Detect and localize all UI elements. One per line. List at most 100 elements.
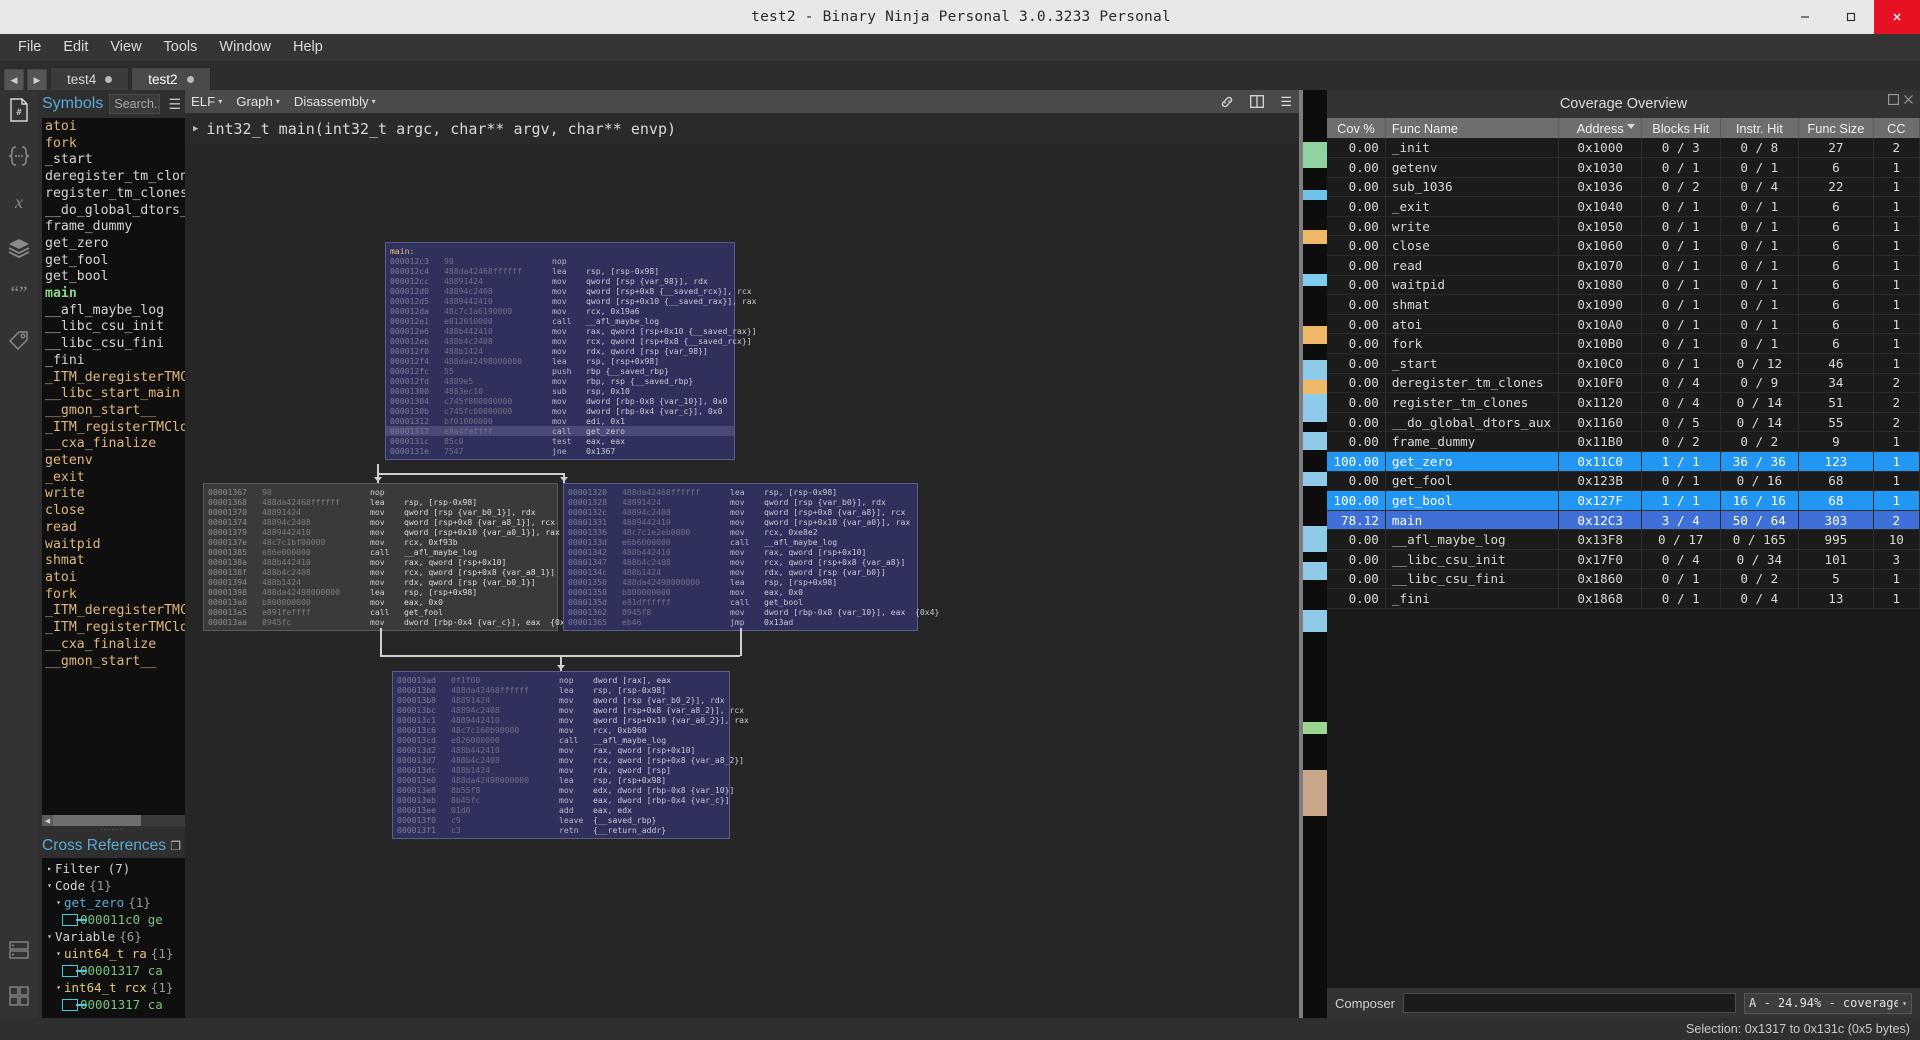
symbol-list-item[interactable]: __libc_csu_fini — [42, 336, 185, 353]
coverage-column-header[interactable]: Address — [1558, 118, 1642, 138]
symbol-list-item[interactable]: __do_global_dtors_aux — [42, 203, 185, 220]
disassembly-line[interactable]: 000012fd 4889e5 mov rbp, rsp {__saved_rbp} — [386, 376, 734, 386]
disassembly-line[interactable]: 000013ee 01d0 add eax, edx — [393, 805, 729, 815]
symbol-list-item[interactable]: get_bool — [42, 269, 185, 286]
symbol-list-item[interactable]: _exit — [42, 470, 185, 487]
disassembly-line[interactable]: 00001365 eb46 jmp 0x13ad — [564, 617, 917, 627]
coverage-column-header[interactable]: CC — [1873, 118, 1920, 138]
disassembly-line[interactable]: 000013f1 c3 retn {__return_addr} — [393, 825, 729, 835]
coverage-table-row[interactable]: 0.00 sub_1036 0x1036 0 / 20 / 4 22 1 — [1327, 177, 1920, 198]
coverage-table-row[interactable]: 0.00 get_fool 0x123B 0 / 10 / 16 68 1 — [1327, 471, 1920, 492]
disassembly-line[interactable]: 000012c4 488da42468ffffff lea rsp, [rsp-0x9… — [386, 266, 734, 276]
disassembly-line[interactable]: 00001362 8945f8 mov dword [rbp-0x8 {var_10}… — [564, 607, 939, 617]
composer-input[interactable] — [1402, 993, 1736, 1013]
basic-block[interactable]: 000013ad 0f1f00 nop dword [rax], eax 000013b… — [392, 671, 749, 839]
coverage-table-row[interactable]: 0.00 fork 0x10B0 0 / 10 / 161 — [1327, 333, 1920, 355]
xref-tree-row[interactable]: ▾ Code {1} — [42, 877, 185, 894]
disassembly-line[interactable]: 00001374 48894c2408 mov qword [rsp+0x8 {var… — [204, 517, 557, 527]
disassembly-line[interactable]: 0000131c 85c0 test eax, eax — [386, 436, 734, 446]
symbol-list-item[interactable]: getenv — [42, 453, 185, 470]
basic-block[interactable]: 00001320 488da42468ffffff lea rsp, [rsp-0x9… — [563, 483, 939, 631]
disassembly-line[interactable]: 00001336 48c7c1e2eb0000 mov rcx, 0xe8e2 — [564, 527, 917, 537]
panel-splitter-grip[interactable]: ······ — [38, 825, 185, 835]
layers-icon[interactable] — [5, 234, 33, 262]
symbol-list-item[interactable]: _ITM_deregisterTMCloneTable — [42, 603, 185, 620]
options-menu-icon[interactable]: ☰ — [1279, 94, 1293, 110]
disassembly-line[interactable]: 00001358 b800000000 mov eax, 0x0 — [564, 587, 917, 597]
minimize-button[interactable] — [1782, 0, 1828, 34]
xref-tree-row[interactable]: ▾ get_zero {1} — [42, 894, 185, 911]
types-icon[interactable] — [5, 142, 33, 170]
symbol-list-item[interactable]: __gmon_start__ — [42, 403, 185, 420]
disassembly-line[interactable]: 00001317 e8a4feffff call get_zero — [386, 426, 734, 436]
disassembly-line[interactable]: 00001379 4889442410 mov qword [rsp+0x10 {va… — [204, 527, 560, 537]
coverage-table-row[interactable]: 78.12 main 0x12C3 3 / 4 50 / 64 303 2 — [1327, 510, 1920, 531]
graph-mode-dropdown[interactable]: Graph ▾ — [236, 94, 280, 109]
tree-toggle-icon[interactable]: ▾ — [53, 979, 64, 996]
symbol-list-item[interactable]: atoi — [42, 119, 185, 136]
close-button[interactable] — [1874, 0, 1920, 34]
basic-block[interactable]: main: 000012c3 90 nop 000012c4 488da42468ffff… — [385, 242, 757, 460]
disassembly-line[interactable]: 0000138a 488b442410 mov rax, qword [rsp+0x1… — [204, 557, 557, 567]
disassembly-line[interactable]: 0000135d e81dffffff call get_bool — [564, 597, 917, 607]
disassembly-line[interactable]: 000012e6 488b442410 mov rax, qword [rsp+0x1… — [386, 326, 757, 336]
coverage-table-row[interactable]: 0.00 frame_dummy 0x11B0 0 / 20 / 291 — [1327, 431, 1920, 452]
disassembly-line[interactable]: 0000132c 48894c2408 mov qword [rsp+0x8 {var… — [564, 507, 917, 517]
coverage-column-header[interactable]: Func Name — [1385, 118, 1560, 138]
coverage-table-row[interactable]: 0.00 __libc_csu_init 0x17F0 0 / 40 / 34 101 3 — [1327, 549, 1920, 570]
control-flow-graph[interactable]: main: 000012c3 90 nop 000012c4 488da42468ffff… — [185, 144, 1299, 1018]
xref-tree-row[interactable]: 000011c0 ge — [42, 911, 185, 928]
menu-window[interactable]: Window — [209, 36, 281, 59]
coverage-table-row[interactable]: 0.00 _init 0x1000 0 / 30 / 8 27 2 — [1327, 138, 1920, 159]
scroll-left-arrow[interactable]: ◀ — [42, 815, 53, 826]
disassembly-line[interactable]: 000013ad 0f1f00 nop dword [rax], eax — [393, 675, 729, 685]
coverage-table-row[interactable]: 0.00 register_tm_clones 0x1120 0 / 40 / 14 5… — [1327, 392, 1920, 413]
symbols-list[interactable]: atoifork_startderegister_tm_clonesregist… — [42, 118, 185, 815]
disassembly-line[interactable]: 00001385 e86e000000 call __afl_maybe_log — [204, 547, 557, 557]
symbol-list-item[interactable]: _fini — [42, 353, 185, 370]
disassembly-line[interactable]: 000012f4 488da42498000000 lea rsp, [rsp+0x9… — [386, 356, 734, 366]
symbol-list-item[interactable]: shmat — [42, 553, 185, 570]
symbol-list-item[interactable]: _start — [42, 152, 185, 169]
coverage-table-row[interactable]: 100.00 get_bool 0x127F 1 / 1 16 / 16 68 1 — [1327, 490, 1920, 511]
disassembly-line[interactable]: 000013b8 48891424 mov qword [rsp {var_b0_2}… — [393, 695, 729, 705]
coverage-table-row[interactable]: 0.00 write 0x1050 0 / 10 / 161 — [1327, 216, 1920, 237]
disassembly-line[interactable]: 000013a0 b800000000 mov eax, 0x0 — [204, 597, 557, 607]
disassembly-line[interactable]: 000013b0 488da42468ffffff lea rsp, [rsp-0x9… — [393, 685, 729, 695]
coverage-table-row[interactable]: 0.00 __do_global_dtors_aux 0x1160 0 / 50 / … — [1327, 412, 1920, 433]
tree-toggle-icon[interactable]: ▸ — [44, 860, 55, 877]
coverage-table-row[interactable]: 0.00 _fini 0x1868 0 / 10 / 4 13 1 — [1327, 588, 1920, 609]
coverage-table-row[interactable]: 0.00 _start 0x10C0 0 / 10 / 12 46 1 — [1327, 353, 1920, 374]
xref-address[interactable]: 00001317 ca — [80, 962, 163, 979]
memory-map-icon[interactable] — [5, 936, 33, 964]
symbol-list-item[interactable]: _ITM_registerTMCloneTable — [42, 420, 185, 437]
coverage-column-header[interactable]: Blocks Hit — [1641, 118, 1721, 138]
xref-address[interactable]: 00001317 ca — [80, 996, 163, 1013]
disassembly-line[interactable]: 00001300 4883ec10 sub rsp, 0x10 — [386, 386, 734, 396]
disassembly-line[interactable]: 000013e8 8b55f8 mov edx, dword [rbp-0x8 {va… — [393, 785, 734, 795]
disassembly-line[interactable]: 000012f0 488b1424 mov rdx, qword [rsp {var_… — [386, 346, 734, 356]
symbol-list-item[interactable]: get_zero — [42, 236, 185, 253]
symbol-list-item[interactable]: __cxa_finalize — [42, 436, 185, 453]
disassembly-line[interactable]: 00001312 bf01000000 mov edi, 0x1 — [386, 416, 734, 426]
coverage-file-select[interactable]: A - 24.94% - coverage.c ▾ — [1744, 992, 1912, 1014]
disassembly-line[interactable]: 00001394 488b1424 mov rdx, qword [rsp {var_… — [204, 577, 557, 587]
disassembly-line[interactable]: 00001328 48891424 mov qword [rsp {var_b0}],… — [564, 497, 917, 507]
symbol-list-item[interactable]: fork — [42, 136, 185, 153]
symbols-search-input[interactable]: Search... — [109, 94, 161, 114]
dock-buttons[interactable] — [1888, 94, 1914, 105]
menu-tools[interactable]: Tools — [154, 36, 208, 59]
xref-address[interactable]: 000011c0 ge — [80, 911, 163, 928]
disassembly-line[interactable]: 000012d5 4889442410 mov qword [rsp+0x10 {__… — [386, 296, 757, 306]
symbol-list-item[interactable]: __gmon_start__ — [42, 654, 185, 671]
coverage-column-header[interactable]: Instr. Hit — [1720, 118, 1800, 138]
tree-toggle-icon[interactable]: ▾ — [44, 877, 55, 894]
symbol-list-item[interactable]: deregister_tm_clones — [42, 169, 185, 186]
menu-edit[interactable]: Edit — [53, 36, 98, 59]
basic-block[interactable]: 00001367 90 nop 00001368 488da42468ffffff lea… — [203, 483, 575, 631]
disassembly-line[interactable]: 000013dc 488b1424 mov rdx, qword [rsp] — [393, 765, 729, 775]
symbol-list-item[interactable]: __afl_maybe_log — [42, 303, 185, 320]
disassembly-line[interactable]: 00001342 488b442410 mov rax, qword [rsp+0x1… — [564, 547, 917, 557]
strings-icon[interactable]: “” — [5, 280, 33, 308]
disassembly-line[interactable]: 000013cd e826000000 call __afl_maybe_log — [393, 735, 729, 745]
